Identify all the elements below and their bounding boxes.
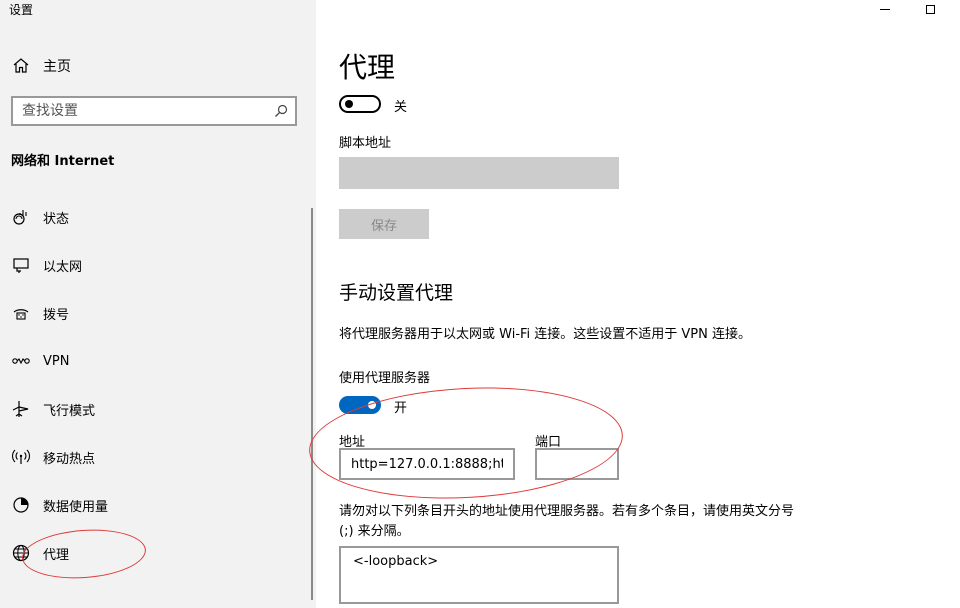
sidebar-item-label: 拨号 [43,307,70,323]
sidebar-item-label: VPN [43,353,70,369]
sidebar-item-label: 以太网 [43,259,83,275]
search-icon[interactable] [273,103,289,119]
home-icon [11,56,31,76]
status-icon [11,207,31,227]
sidebar-item-label: 主页 [43,59,71,75]
sidebar-item-status[interactable]: 状态 [11,205,69,229]
sidebar-item-data-usage[interactable]: 数据使用量 [11,493,108,517]
minimize-icon [880,8,890,10]
main-content: 代理 关 脚本地址 保存 手动设置代理 将代理服务器用于以太网或 Wi-Fi 连… [306,0,960,608]
search-input[interactable] [22,102,262,120]
data-usage-icon [11,495,31,515]
sidebar-item-label: 移动热点 [43,451,96,467]
auto-toggle-state: 关 [394,100,408,115]
maximize-button[interactable] [918,0,942,18]
script-address-field [339,157,619,189]
save-button: 保存 [339,209,429,239]
exceptions-input[interactable]: <-loopback> [341,548,617,602]
sidebar-item-vpn[interactable]: VPN [11,349,69,373]
manual-proxy-heading: 手动设置代理 [339,282,454,304]
sidebar-item-home[interactable]: 主页 [11,55,71,77]
use-proxy-label: 使用代理服务器 [339,371,431,386]
toggle-knob [345,100,353,108]
window-title: 设置 [9,3,34,17]
dialup-icon [11,303,31,323]
sidebar-item-dialup[interactable]: 拨号 [11,301,69,325]
sidebar: 设置 主页 网络和 Internet 状态 以太网 拨号 VP [0,0,316,608]
auto-detect-toggle[interactable] [339,95,381,113]
sidebar-item-mobile-hotspot[interactable]: 移动热点 [11,445,95,469]
exceptions-description: 请勿对以下列条目开头的地址使用代理服务器。若有多个条目，请使用英文分号 (;) … [339,504,795,539]
sidebar-item-label: 状态 [43,211,70,227]
vpn-icon [11,351,31,371]
sidebar-item-label: 飞行模式 [43,403,96,419]
search-box[interactable] [11,96,297,126]
script-address-label: 脚本地址 [339,136,392,151]
airplane-icon [11,399,31,419]
page-title: 代理 [339,51,396,84]
hotspot-icon [11,447,31,467]
ethernet-icon [11,255,31,275]
sidebar-scrollbar[interactable] [311,208,313,600]
sidebar-item-label: 数据使用量 [43,499,109,515]
maximize-icon [925,4,935,14]
exceptions-field[interactable]: <-loopback> [339,546,619,604]
manual-proxy-description: 将代理服务器用于以太网或 Wi-Fi 连接。这些设置不适用于 VPN 连接。 [339,327,752,342]
minimize-button[interactable] [873,0,897,18]
section-title: 网络和 Internet [11,154,115,169]
sidebar-item-airplane-mode[interactable]: 飞行模式 [11,397,95,421]
sidebar-item-ethernet[interactable]: 以太网 [11,253,82,277]
